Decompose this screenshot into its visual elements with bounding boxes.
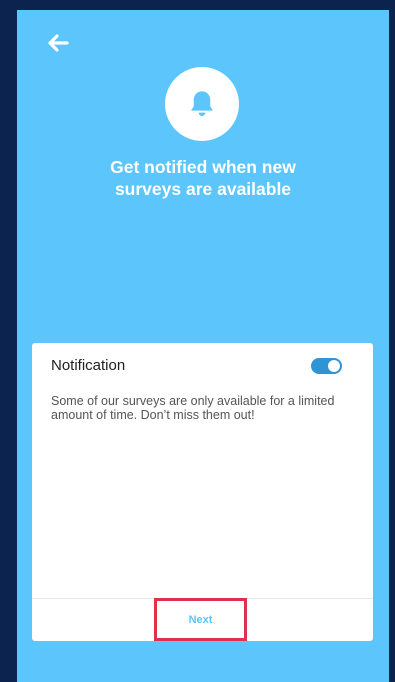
- arrow-left-icon: [48, 34, 69, 52]
- next-button-label: Next: [188, 613, 213, 626]
- title-line-2: surveys are available: [114, 179, 292, 199]
- notification-card: Notification Some of our surveys are onl…: [32, 343, 373, 641]
- bell-badge: [165, 67, 239, 141]
- screen: Get notified when new surveys are availa…: [17, 10, 389, 682]
- page-title: Get notified when new surveys are availa…: [37, 156, 369, 200]
- next-button[interactable]: Next: [154, 598, 247, 641]
- toggle-knob: [328, 360, 340, 372]
- back-button[interactable]: [45, 30, 71, 56]
- bell-icon: [191, 91, 213, 116]
- card-title: Notification: [51, 357, 126, 374]
- title-line-1: Get notified when new: [110, 157, 296, 177]
- card-description: Some of our surveys are only available f…: [51, 394, 335, 422]
- notification-toggle[interactable]: [311, 358, 342, 374]
